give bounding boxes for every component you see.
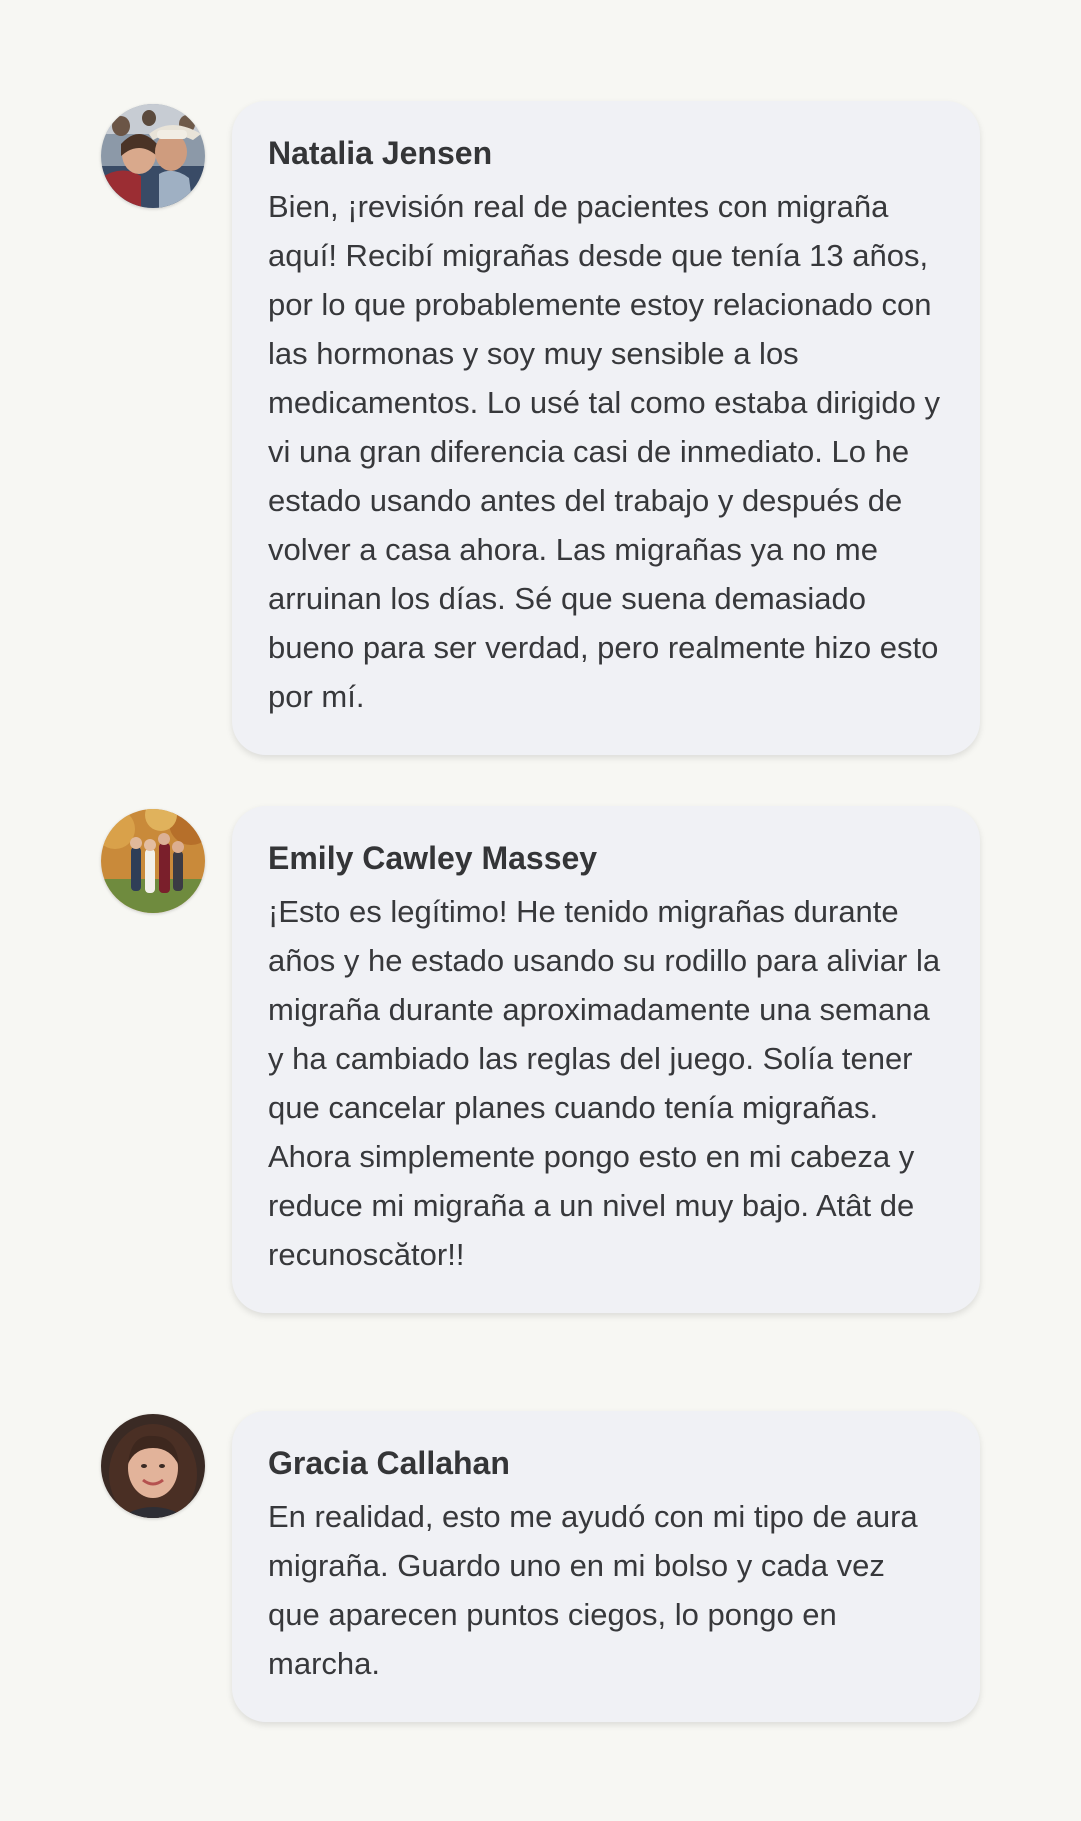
- avatar-photo-family-icon: [101, 809, 205, 913]
- avatar-photo-woman-icon: [101, 1414, 205, 1518]
- comment-text: En realidad, esto me ayudó con mi tipo d…: [268, 1499, 918, 1681]
- comment-text: Bien, ¡revisión real de pacientes con mi…: [268, 189, 941, 714]
- comment-author[interactable]: Natalia Jensen: [268, 133, 944, 173]
- comment-bubble: Emily Cawley Massey ¡Esto es legítimo! H…: [232, 806, 980, 1313]
- avatar-photo-couple-icon: [101, 104, 205, 208]
- avatar[interactable]: [101, 1414, 205, 1518]
- comment-author[interactable]: Gracia Callahan: [268, 1443, 944, 1483]
- comments-list: Natalia Jensen Bien, ¡revisión real de p…: [0, 0, 1081, 1821]
- comment-author[interactable]: Emily Cawley Massey: [268, 838, 944, 878]
- avatar[interactable]: [101, 809, 205, 913]
- comment-text: ¡Esto es legítimo! He tenido migrañas du…: [268, 894, 941, 1272]
- avatar[interactable]: [101, 104, 205, 208]
- comment-bubble: Gracia Callahan En realidad, esto me ayu…: [232, 1411, 980, 1722]
- comment-bubble: Natalia Jensen Bien, ¡revisión real de p…: [232, 101, 980, 755]
